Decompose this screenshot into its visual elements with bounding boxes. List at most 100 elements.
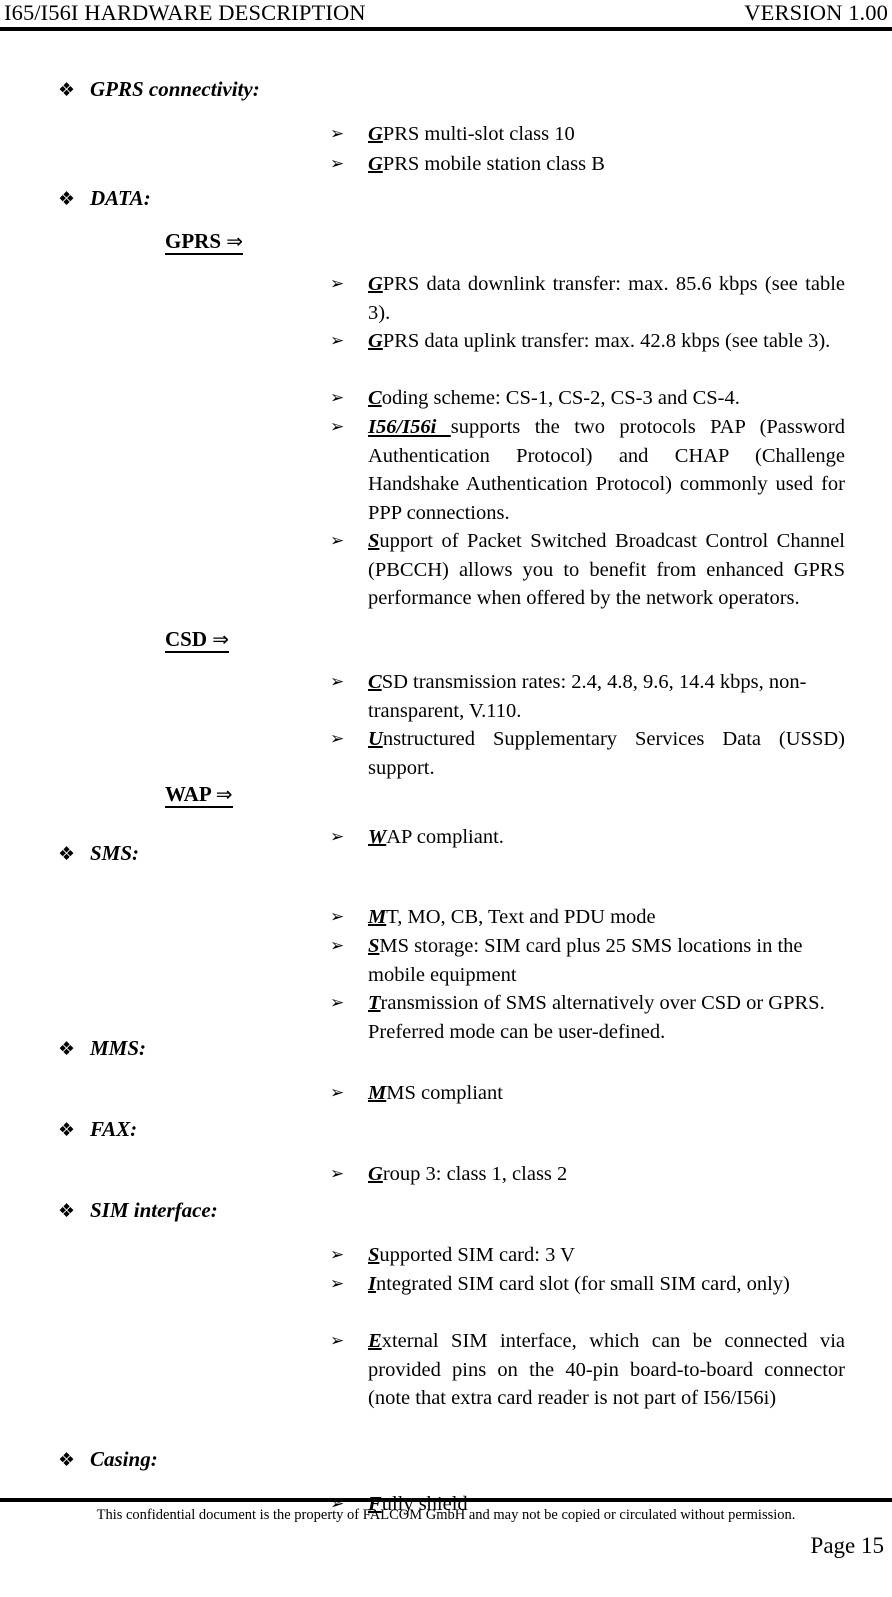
list-item-rest: oding scheme: CS-1, CS-2, CS-3 and CS-4.	[381, 387, 740, 409]
arrow-bullet-icon: ➢	[330, 1331, 345, 1351]
list-item-text: WAP compliant.	[368, 823, 845, 852]
list-item-text: MMS compliant	[368, 1079, 845, 1108]
list-item-text: Supported SIM card: 3 V	[368, 1241, 845, 1270]
diamond-bullet-icon: ❖	[58, 1449, 76, 1471]
subsection-heading-csd: CSD ⇒	[165, 627, 230, 653]
double-arrow-icon: ⇒	[212, 627, 230, 651]
section-heading-sms: ❖ SMS:	[58, 843, 139, 864]
section-heading-data: ❖ DATA:	[58, 188, 151, 209]
list-item-lead: T	[368, 992, 381, 1014]
list-item-lead: S	[368, 935, 380, 957]
section-heading-fax: ❖ FAX:	[58, 1119, 137, 1140]
list-item-text: I56/I56i supports the two protocols PAP …	[368, 413, 845, 527]
list-item-lead: W	[368, 826, 387, 848]
list-item: ➢ Unstructured Supplementary Services Da…	[330, 725, 845, 782]
arrow-bullet-icon: ➢	[330, 1274, 345, 1294]
list-item-rest: xternal SIM interface, which can be conn…	[368, 1330, 845, 1409]
arrow-bullet-icon: ➢	[330, 1164, 345, 1184]
list-item: ➢ Integrated SIM card slot (for small SI…	[330, 1270, 845, 1299]
section-heading-casing: ❖ Casing:	[58, 1449, 158, 1470]
list-item: ➢ External SIM interface, which can be c…	[330, 1327, 845, 1413]
arrow-bullet-icon: ➢	[330, 124, 345, 144]
section-title: DATA:	[90, 186, 151, 210]
list-item-text: Transmission of SMS alternatively over C…	[368, 989, 845, 1046]
list-item: ➢ Support of Packet Switched Broadcast C…	[330, 527, 845, 613]
footer-page-number: Page 15	[810, 1533, 884, 1558]
document-body: ❖ GPRS connectivity: ➢ GPRS multi-slot c…	[0, 31, 892, 1516]
arrow-bullet-icon: ➢	[330, 331, 345, 351]
list-item-lead: E	[368, 1330, 382, 1352]
list-item-lead: C	[368, 671, 382, 693]
list-item-rest: PRS mobile station class B	[382, 153, 605, 175]
list-item-rest: MS compliant	[386, 1082, 503, 1104]
subsection-label: GPRS	[165, 229, 222, 253]
section-title: Casing:	[90, 1447, 158, 1471]
list-item-text: GPRS multi-slot class 10	[368, 120, 845, 149]
list-item: ➢ MMS compliant	[330, 1079, 845, 1108]
list-item-rest: ransmission of SMS alternatively over CS…	[368, 992, 825, 1043]
list-item-text: GPRS data downlink transfer: max. 85.6 k…	[368, 270, 845, 327]
arrow-bullet-icon: ➢	[330, 274, 345, 294]
list-item-lead: U	[368, 728, 383, 750]
arrow-bullet-icon: ➢	[330, 388, 345, 408]
list-item-lead: G	[368, 153, 383, 175]
subsection-heading-wap: WAP ⇒	[165, 784, 233, 808]
list-item-lead: I	[368, 1273, 376, 1295]
header-version-label: VERSION 1.00	[744, 0, 888, 25]
list-item-lead: M	[368, 1082, 387, 1104]
header-document-title: I65/I56I HARDWARE DESCRIPTION	[4, 0, 366, 25]
list-item-rest: PRS data downlink transfer: max. 85.6 kb…	[368, 273, 845, 324]
diamond-bullet-icon: ❖	[58, 1200, 76, 1222]
list-item: ➢ WAP compliant.	[330, 823, 845, 852]
list-item: ➢ Coding scheme: CS-1, CS-2, CS-3 and CS…	[330, 384, 845, 413]
arrow-bullet-icon: ➢	[330, 729, 345, 749]
list-item-rest: ntegrated SIM card slot (for small SIM c…	[375, 1273, 790, 1295]
list-item-text: Unstructured Supplementary Services Data…	[368, 725, 845, 782]
list-item: ➢ GPRS data downlink transfer: max. 85.6…	[330, 270, 845, 327]
arrow-bullet-icon: ➢	[330, 672, 345, 692]
list-item-text: SMS storage: SIM card plus 25 SMS locati…	[368, 932, 845, 989]
list-item-rest: roup 3: class 1, class 2	[382, 1163, 568, 1185]
list-item: ➢ Group 3: class 1, class 2	[330, 1160, 845, 1189]
list-item-lead: M	[368, 906, 387, 928]
double-arrow-icon: ⇒	[226, 229, 244, 253]
list-item-text: CSD transmission rates: 2.4, 4.8, 9.6, 1…	[368, 668, 845, 725]
list-item-text: MT, MO, CB, Text and PDU mode	[368, 903, 845, 932]
subsection-label: CSD	[165, 627, 208, 651]
list-item: ➢ SMS storage: SIM card plus 25 SMS loca…	[330, 932, 845, 989]
section-heading-gprs-connectivity: ❖ GPRS connectivity:	[58, 79, 260, 100]
list-item: ➢ Supported SIM card: 3 V	[330, 1241, 845, 1270]
list-item-rest: upport of Packet Switched Broadcast Cont…	[368, 530, 845, 609]
diamond-bullet-icon: ❖	[58, 79, 76, 101]
list-item-lead: S	[368, 530, 380, 552]
page-running-header: I65/I56I HARDWARE DESCRIPTION VERSION 1.…	[0, 0, 892, 30]
footer-divider-rule	[0, 1498, 892, 1502]
list-item-lead: I56/I56i	[368, 416, 451, 438]
list-item-lead: S	[368, 1244, 380, 1266]
list-item-text: Group 3: class 1, class 2	[368, 1160, 845, 1189]
list-item-rest: nstructured Supplementary Services Data …	[368, 728, 845, 779]
arrow-bullet-icon: ➢	[330, 993, 345, 1013]
diamond-bullet-icon: ❖	[58, 1119, 76, 1141]
section-heading-mms: ❖ MMS:	[58, 1038, 146, 1059]
footer-confidentiality-note: This confidential document is the proper…	[96, 1507, 796, 1523]
list-item: ➢ GPRS multi-slot class 10	[330, 120, 845, 149]
arrow-bullet-icon: ➢	[330, 1083, 345, 1103]
list-item: ➢ Transmission of SMS alternatively over…	[330, 989, 845, 1046]
arrow-bullet-icon: ➢	[330, 1245, 345, 1265]
arrow-bullet-icon: ➢	[330, 936, 345, 956]
section-title: GPRS connectivity:	[90, 77, 260, 101]
list-item-text: Support of Packet Switched Broadcast Con…	[368, 527, 845, 613]
subsection-heading-gprs: GPRS ⇒	[165, 229, 244, 255]
list-item-rest: PRS multi-slot class 10	[382, 123, 575, 145]
diamond-bullet-icon: ❖	[58, 843, 76, 865]
section-title: MMS:	[90, 1036, 147, 1060]
list-item-rest: MS storage: SIM card plus 25 SMS locatio…	[368, 935, 803, 986]
list-item-text: GPRS mobile station class B	[368, 150, 845, 179]
arrow-bullet-icon: ➢	[330, 531, 345, 551]
list-item-rest: SD transmission rates: 2.4, 4.8, 9.6, 14…	[368, 671, 807, 722]
list-item-text: Integrated SIM card slot (for small SIM …	[368, 1270, 845, 1299]
list-item: ➢ CSD transmission rates: 2.4, 4.8, 9.6,…	[330, 668, 845, 725]
arrow-bullet-icon: ➢	[330, 154, 345, 174]
list-item-lead: C	[368, 387, 382, 409]
